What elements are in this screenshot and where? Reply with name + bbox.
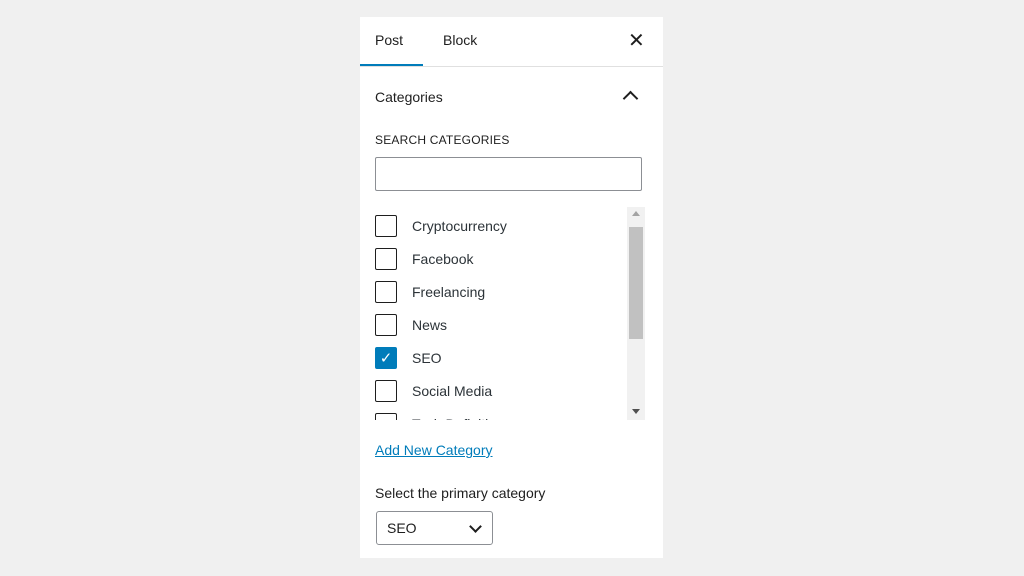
scroll-down-arrow-icon[interactable] <box>632 409 640 414</box>
active-tab-indicator <box>360 64 423 66</box>
category-item[interactable]: Freelancing <box>375 280 485 304</box>
category-label: Social Media <box>412 383 493 399</box>
primary-category-label: Select the primary category <box>375 485 546 501</box>
search-categories-label: SEARCH CATEGORIES <box>375 133 510 147</box>
chevron-down-icon <box>469 520 482 533</box>
category-item[interactable]: ✓ SEO <box>375 346 442 370</box>
chevron-up-icon[interactable] <box>622 90 639 107</box>
category-checkbox[interactable] <box>375 248 397 270</box>
category-item[interactable]: News <box>375 313 447 337</box>
tab-bar: Post Block ✕ <box>360 17 663 67</box>
category-checkbox[interactable]: ✓ <box>375 347 397 369</box>
category-label: SEO <box>412 350 442 366</box>
category-checkbox[interactable] <box>375 413 397 420</box>
add-new-category-link[interactable]: Add New Category <box>375 442 493 458</box>
category-checkbox[interactable] <box>375 281 397 303</box>
category-item[interactable]: Social Media <box>375 379 492 403</box>
category-list-scrollbar[interactable] <box>627 207 645 420</box>
tab-post[interactable]: Post <box>375 32 403 48</box>
category-label: Cryptocurrency <box>412 218 507 234</box>
category-item[interactable]: Cryptocurrency <box>375 214 507 238</box>
primary-category-value: SEO <box>387 520 417 536</box>
category-checkbox[interactable] <box>375 380 397 402</box>
scrollbar-thumb[interactable] <box>629 227 643 339</box>
category-list: Cryptocurrency Facebook Freelancing News ✓ SE… <box>375 207 646 420</box>
category-checkbox[interactable] <box>375 215 397 237</box>
category-item[interactable]: Tech Definitions <box>375 412 511 420</box>
sidebar-panel: Post Block ✕ Categories SEARCH CATEGORIE… <box>360 17 663 558</box>
category-checkbox[interactable] <box>375 314 397 336</box>
categories-title: Categories <box>375 89 443 105</box>
scroll-up-arrow-icon[interactable] <box>632 211 640 216</box>
close-icon[interactable]: ✕ <box>628 28 645 53</box>
search-categories-input[interactable] <box>375 157 642 191</box>
category-item[interactable]: Facebook <box>375 247 473 271</box>
category-label: News <box>412 317 448 333</box>
category-label: Tech Definitions <box>412 416 511 420</box>
primary-category-select[interactable]: SEO <box>376 511 493 545</box>
category-label: Facebook <box>412 251 474 267</box>
category-label: Freelancing <box>412 284 486 300</box>
tab-block[interactable]: Block <box>443 32 477 48</box>
